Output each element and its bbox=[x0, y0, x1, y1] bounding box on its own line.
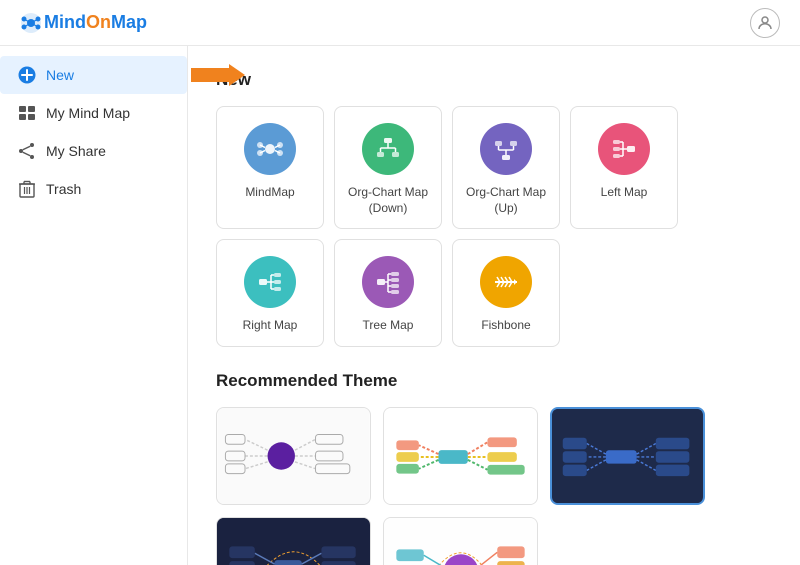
theme-card-3[interactable] bbox=[550, 407, 705, 505]
plus-icon bbox=[18, 66, 36, 84]
sidebar-item-trash[interactable]: Trash bbox=[0, 170, 187, 208]
sidebar: New My Mind Map bbox=[0, 46, 188, 565]
org-up-label: Org-Chart Map (Up) bbox=[461, 185, 551, 216]
user-icon bbox=[756, 14, 774, 32]
fishbone-icon bbox=[480, 256, 532, 308]
map-card-tree[interactable]: Tree Map bbox=[334, 239, 442, 347]
arrow-body bbox=[191, 68, 229, 82]
sidebar-my-share-label: My Share bbox=[46, 143, 106, 159]
sidebar-item-my-share[interactable]: My Share bbox=[0, 132, 187, 170]
theme-card-4[interactable] bbox=[216, 517, 371, 565]
map-card-right[interactable]: Right Map bbox=[216, 239, 324, 347]
new-section-title: New bbox=[216, 70, 772, 90]
tree-map-label: Tree Map bbox=[363, 318, 414, 334]
left-map-label: Left Map bbox=[601, 185, 648, 201]
theme-grid bbox=[216, 407, 772, 565]
org-down-icon bbox=[362, 123, 414, 175]
share-icon bbox=[18, 142, 36, 160]
right-map-icon bbox=[244, 256, 296, 308]
logo: MindOnMap bbox=[20, 12, 147, 34]
tree-map-icon bbox=[362, 256, 414, 308]
orange-arrow bbox=[191, 64, 245, 86]
org-up-icon bbox=[480, 123, 532, 175]
sidebar-new-label: New bbox=[46, 67, 74, 83]
recommended-theme-title: Recommended Theme bbox=[216, 371, 772, 391]
org-down-label: Org-Chart Map(Down) bbox=[348, 185, 428, 216]
right-map-label: Right Map bbox=[243, 318, 298, 334]
user-avatar-button[interactable] bbox=[750, 8, 780, 38]
trash-icon bbox=[18, 180, 36, 198]
theme-3-preview bbox=[552, 409, 703, 503]
theme-4-preview bbox=[217, 518, 370, 565]
logo-text: MindOnMap bbox=[44, 12, 147, 33]
sidebar-trash-label: Trash bbox=[46, 181, 81, 197]
header: MindOnMap bbox=[0, 0, 800, 46]
mindmap-icon bbox=[244, 123, 296, 175]
arrow-head bbox=[229, 64, 245, 86]
map-card-mindmap[interactable]: MindMap bbox=[216, 106, 324, 229]
theme-card-1[interactable] bbox=[216, 407, 371, 505]
logo-map: Map bbox=[111, 12, 147, 32]
theme-5-preview bbox=[384, 518, 537, 565]
theme-2-preview bbox=[384, 408, 537, 504]
map-card-fishbone[interactable]: Fishbone bbox=[452, 239, 560, 347]
map-type-grid: MindMap Org-Chart Map(Down) bbox=[216, 106, 772, 347]
sidebar-my-mind-map-label: My Mind Map bbox=[46, 105, 130, 121]
main-content: New MindMap bbox=[188, 46, 800, 565]
logo-icon bbox=[20, 12, 42, 34]
fishbone-label: Fishbone bbox=[481, 318, 530, 334]
sidebar-item-new[interactable]: New bbox=[0, 56, 187, 94]
grid-icon bbox=[18, 104, 36, 122]
left-map-icon bbox=[598, 123, 650, 175]
logo-mind: Mind bbox=[44, 12, 86, 32]
theme-card-2[interactable] bbox=[383, 407, 538, 505]
app-layout: New My Mind Map bbox=[0, 46, 800, 565]
map-card-left[interactable]: Left Map bbox=[570, 106, 678, 229]
theme-card-5[interactable] bbox=[383, 517, 538, 565]
map-card-org-down[interactable]: Org-Chart Map(Down) bbox=[334, 106, 442, 229]
mindmap-label: MindMap bbox=[245, 185, 294, 201]
sidebar-item-my-mind-map[interactable]: My Mind Map bbox=[0, 94, 187, 132]
theme-1-preview bbox=[217, 408, 370, 504]
logo-on: On bbox=[86, 12, 111, 32]
map-card-org-up[interactable]: Org-Chart Map (Up) bbox=[452, 106, 560, 229]
